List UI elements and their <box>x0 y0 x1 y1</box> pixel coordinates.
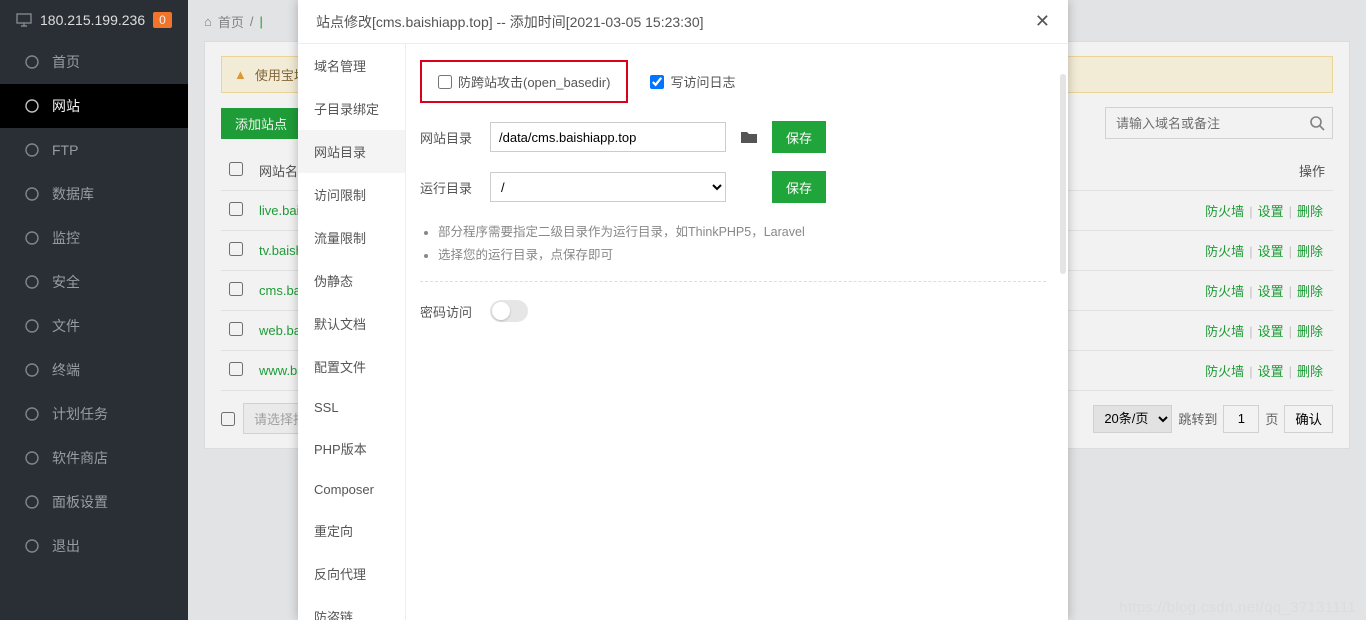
modal-tab[interactable]: 默认文档 <box>298 302 405 345</box>
run-dir-label: 运行目录 <box>420 178 476 197</box>
site-edit-modal: 站点修改[cms.baishiapp.top] -- 添加时间[2021-03-… <box>298 0 1068 620</box>
modal-tab[interactable]: 反向代理 <box>298 552 405 595</box>
modal-tab[interactable]: 域名管理 <box>298 44 405 87</box>
password-access-label: 密码访问 <box>420 302 476 321</box>
modal-tab[interactable]: 网站目录 <box>298 130 405 173</box>
access-log-checkbox[interactable]: 写访问日志 <box>650 72 735 91</box>
modal-tab[interactable]: SSL <box>298 388 405 427</box>
scrollbar[interactable] <box>1060 74 1066 274</box>
open-basedir-checkbox[interactable]: 防跨站攻击(open_basedir) <box>438 72 610 91</box>
tip-item: 部分程序需要指定二级目录作为运行目录，如ThinkPHP5，Laravel <box>438 221 1046 240</box>
modal-tab[interactable]: Composer <box>298 470 405 509</box>
tips-list: 部分程序需要指定二级目录作为运行目录，如ThinkPHP5，Laravel 选择您… <box>420 221 1046 282</box>
modal-side-tabs: 域名管理子目录绑定网站目录访问限制流量限制伪静态默认文档配置文件SSLPHP版本… <box>298 44 406 620</box>
close-icon[interactable]: ✕ <box>1035 11 1050 32</box>
modal-tab[interactable]: 流量限制 <box>298 216 405 259</box>
modal-tab[interactable]: 防盗链 <box>298 595 405 620</box>
modal-tab[interactable]: 伪静态 <box>298 259 405 302</box>
open-basedir-highlight: 防跨站攻击(open_basedir) <box>420 60 628 103</box>
run-dir-select[interactable]: / <box>490 172 726 202</box>
site-dir-input[interactable] <box>490 122 726 152</box>
modal-tab[interactable]: 子目录绑定 <box>298 87 405 130</box>
modal-title-bar: 站点修改[cms.baishiapp.top] -- 添加时间[2021-03-… <box>298 0 1068 44</box>
modal-tab[interactable]: 访问限制 <box>298 173 405 216</box>
modal-tab[interactable]: PHP版本 <box>298 427 405 470</box>
modal-tab[interactable]: 重定向 <box>298 509 405 552</box>
password-access-toggle[interactable] <box>490 300 528 322</box>
modal-title: 站点修改[cms.baishiapp.top] -- 添加时间[2021-03-… <box>316 12 704 32</box>
folder-icon[interactable] <box>740 129 758 145</box>
site-dir-label: 网站目录 <box>420 128 476 147</box>
modal-content: 防跨站攻击(open_basedir) 写访问日志 网站目录 保存 运行目录 / <box>406 44 1068 620</box>
tip-item: 选择您的运行目录，点保存即可 <box>438 244 1046 263</box>
save-site-dir-button[interactable]: 保存 <box>772 121 826 153</box>
save-run-dir-button[interactable]: 保存 <box>772 171 826 203</box>
modal-tab[interactable]: 配置文件 <box>298 345 405 388</box>
